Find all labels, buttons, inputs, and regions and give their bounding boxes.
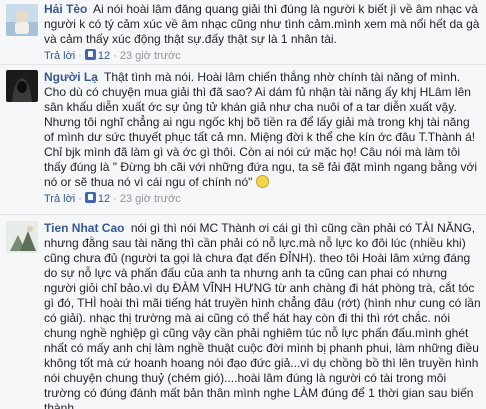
thumbs-up-icon[interactable]	[84, 49, 96, 60]
comment-thread: Hải Tèo Ai nói hoài lâm đăng quang giải …	[0, 0, 486, 409]
comment-line: Thật tình mà nói. Hoài lâm chiến thắng n…	[104, 70, 461, 84]
comment-author[interactable]: Tien Nhat Cao	[44, 221, 124, 235]
comment-text: Hải Tèo Ai nói hoài lâm đăng quang giải …	[44, 2, 482, 47]
avatar[interactable]	[6, 4, 38, 36]
smile-emoji-icon	[255, 175, 269, 188]
separator-dot: ·	[113, 193, 117, 205]
comment-line: Nhưng tôi nghĩ chẳng ai ngu ngốc khj bõ …	[44, 115, 470, 129]
comment-timestamp[interactable]: 23 giờ trước	[120, 193, 181, 205]
comment-line: Chỉ bjk mình đã làm gì và ớc gì thôi. Cò…	[44, 145, 461, 159]
reply-link[interactable]: Trả lời	[44, 193, 75, 205]
separator-dot: ·	[78, 193, 82, 205]
like-count[interactable]: 12	[98, 50, 110, 62]
comment-author[interactable]: Hải Tèo	[44, 2, 87, 16]
avatar-image	[6, 4, 38, 36]
comment-line: nhưng đằng sau tài năng thì cần phải có …	[44, 236, 466, 250]
comment-line: thấy đúng là " Đừng bh cãi với những đứa…	[44, 160, 478, 174]
comment-line: sân khấu diễn xuất ớc sự ủng tử khán giả…	[44, 100, 457, 114]
separator-dot: ·	[78, 50, 82, 62]
comment-line: và cảm thấy xúc động thật sự.đấy thật sự…	[44, 32, 337, 46]
reply-link[interactable]: Trả lời	[44, 50, 75, 62]
comment-divider	[0, 214, 486, 215]
comment-line: nói gì thì nói MC Thành ơi cái gì thì cũ…	[130, 221, 476, 235]
comment-line: of mình dư sức thuyết phục tất cả mn. Mi…	[44, 130, 476, 144]
comment-line: Cho dù có chuyện mua giải thì đã sao? Ai…	[44, 85, 471, 99]
comment-line: Ai nói hoài lâm đăng quang giải thì đúng…	[93, 2, 462, 16]
avatar-image	[6, 221, 38, 253]
comment-timestamp[interactable]: 23 giờ trước	[120, 50, 181, 62]
like-count[interactable]: 12	[98, 193, 110, 205]
avatar[interactable]	[6, 70, 38, 102]
comment-text: Tien Nhat Cao nói gì thì nói MC Thành ơi…	[44, 221, 482, 409]
comment-line: cũng chưa đủ (người ta gọi là chưa đạt đ…	[44, 251, 471, 265]
comment-text: Người Lạ Thật tình mà nói. Hoài lâm chiế…	[44, 70, 482, 190]
comment-actions: Trả lời · 12 · 23 giờ trước	[44, 49, 482, 63]
separator-dot: ·	[113, 50, 117, 62]
comment-line: nó or sẽ thua nó vì cái ngu of chính nó"	[44, 175, 253, 189]
comment-divider	[0, 64, 486, 65]
comment-actions: Trả lời · 12 · 23 giờ trước	[44, 192, 482, 206]
comment-author[interactable]: Người Lạ	[44, 70, 98, 84]
comment-line: có đúng đánh mất bản thân mình nghe LÀM …	[44, 386, 474, 409]
thumbs-up-icon[interactable]	[84, 192, 96, 203]
avatar-image	[6, 70, 38, 102]
avatar[interactable]	[6, 221, 38, 253]
